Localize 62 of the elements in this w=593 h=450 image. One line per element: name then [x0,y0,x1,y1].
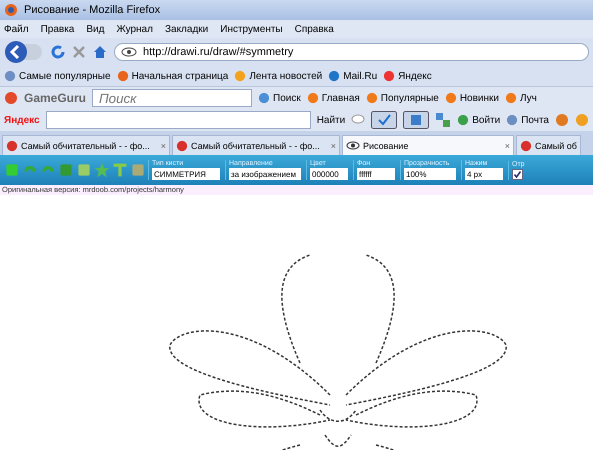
tool-field[interactable]: ffffff [357,168,395,180]
text-icon[interactable] [112,162,128,178]
eye-icon [346,141,360,150]
favicon-icon [176,140,188,152]
gameguru-logo: GameGuru [24,91,86,105]
toolbar-link[interactable]: Луч [520,92,537,104]
home-icon[interactable] [92,44,108,60]
tool-field[interactable]: 000000 [310,168,348,180]
tool-field[interactable]: СИММЕТРИЯ [152,168,220,180]
close-icon[interactable]: × [330,140,336,150]
bookmark-link[interactable]: Самые популярные [19,70,111,82]
link-icon [366,92,378,104]
speech-bubble-icon[interactable] [351,114,366,126]
menu-item[interactable]: Закладки [164,24,208,34]
bookmark-icon [383,70,396,82]
link-icon [444,92,457,104]
menu-item[interactable]: Инструменты [220,24,283,34]
mail-button[interactable]: Почта [506,114,549,126]
bookmark-icon [234,70,246,82]
search-button[interactable]: Поиск [258,92,301,104]
checkbox[interactable] [512,168,523,180]
link-icon [306,92,319,104]
reload-icon[interactable] [50,44,66,60]
menu-item[interactable]: Файл [4,24,29,34]
address-field[interactable]: http://drawi.ru/draw/#symmetry [114,43,589,61]
eye-icon [121,47,137,57]
link-icon [505,92,517,104]
menu-item[interactable]: Вид [86,24,104,34]
favicon-icon [6,140,18,152]
back-button[interactable] [4,40,44,64]
browser-tab[interactable]: Самый обчитательный - - фо... × [2,135,170,155]
menu-item[interactable]: Журнал [116,24,153,34]
close-icon[interactable]: × [160,140,166,150]
toolbar-link[interactable]: Новинки [460,92,499,104]
toolbar-link[interactable]: Популярные [380,92,439,104]
menu-item[interactable]: Правка [40,24,74,34]
bookmark-link[interactable]: Mail.Ru [343,70,378,82]
browser-tab[interactable]: Самый об [516,135,581,155]
yandex-search-field[interactable] [46,111,311,129]
gameguru-logo-icon [4,91,18,105]
bookmark-icon [328,70,340,82]
bookmark-link[interactable]: Начальная страница [132,70,228,82]
login-button[interactable]: Войти [457,114,500,126]
bookmark-link[interactable]: Яндекс [398,70,432,82]
checkmark-icon[interactable] [371,111,398,129]
menu-item[interactable]: Справка [294,24,334,34]
tool-field[interactable]: 100% [404,168,456,180]
search-field[interactable]: Поиск [92,89,252,107]
find-button[interactable]: Найти [316,114,346,126]
stop-icon[interactable] [72,45,86,59]
close-icon[interactable]: × [504,140,510,150]
tool-field[interactable]: 4 px [465,168,503,180]
tool-field[interactable]: за изображением [229,168,301,180]
browser-tab[interactable]: Самый обчитательный - - фо... × [172,135,340,155]
bookmark-icon [4,70,16,82]
bookmark-link[interactable]: Лента новостей [249,70,322,82]
toolbar-link[interactable]: Главная [322,92,360,104]
bookmark-icon [116,70,129,82]
favicon-icon [520,140,532,152]
browser-tab[interactable]: Рисование × [342,135,514,155]
window-title: Рисование - Mozilla Firefox [24,4,160,16]
yandex-logo: Яндекс [4,114,40,126]
